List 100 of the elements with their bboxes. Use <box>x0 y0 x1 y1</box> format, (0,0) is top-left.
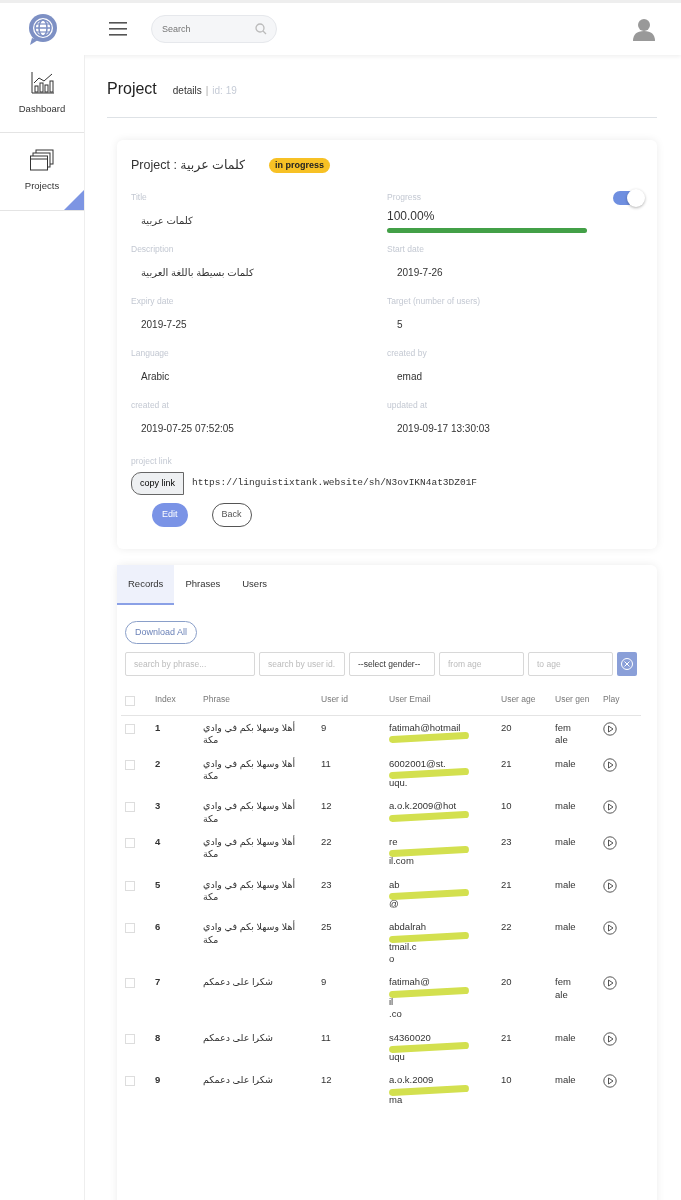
tab[interactable]: Phrases <box>174 564 232 605</box>
table-cell: male <box>555 1031 576 1044</box>
table-cell-text: شكرا على دعمكم <box>203 1031 275 1044</box>
table-cell: 1 <box>155 722 161 733</box>
progress-value: 100.00% <box>387 207 436 225</box>
tab[interactable]: Users <box>231 564 279 605</box>
table-cell: 21 <box>501 1031 512 1043</box>
table-cell: male <box>555 878 576 892</box>
email-fragment: fatimah@hotmail <box>389 722 462 735</box>
table-cell: 2 <box>155 757 161 769</box>
page-title: Project <box>107 79 157 99</box>
toggle-switch[interactable] <box>613 190 643 205</box>
table-cell-text: شكرا على دعمكم <box>203 976 275 989</box>
filter-field[interactable]: from age <box>439 652 524 677</box>
project-link[interactable]: https://linguistixtank.website/sh/N3ovIKN4at3DZ01F <box>192 476 478 491</box>
field-value: Arabic <box>140 369 171 384</box>
table-cell: 25 <box>321 921 332 933</box>
email-fragment: fatimah@ <box>389 976 431 989</box>
field-value: 5 <box>396 317 404 332</box>
table-cell: 5 <box>155 878 161 890</box>
row-checkbox[interactable] <box>125 802 135 813</box>
status-badge: in progress <box>269 157 331 174</box>
table-cell: 21 <box>501 878 512 890</box>
row-checkbox[interactable] <box>125 923 135 934</box>
download-all-button[interactable]: Download All <box>125 620 198 645</box>
table-cell: 20 <box>501 976 512 988</box>
email-fragment: il <box>389 995 395 1009</box>
play-icon[interactable] <box>603 921 617 936</box>
table-cell: male <box>555 800 576 813</box>
table-cell: male <box>555 1074 576 1087</box>
email-fragment: ma <box>389 1093 404 1106</box>
field-value: 2019-09-17 13:30:03 <box>396 421 491 436</box>
email-fragment: uqu <box>389 1050 406 1064</box>
field-value: 2019-7-25 <box>140 317 188 332</box>
email-fragment: uqu. <box>389 777 409 790</box>
email-fragment: s4360020 <box>389 1031 432 1044</box>
play-icon[interactable] <box>603 976 617 991</box>
email-fragment: o <box>389 953 396 966</box>
row-checkbox[interactable] <box>125 1076 135 1087</box>
table-cell: 4 <box>155 836 161 848</box>
row-checkbox[interactable] <box>125 724 135 734</box>
column-header: User gen <box>555 694 590 705</box>
table-cell: 11 <box>321 1031 331 1043</box>
play-icon[interactable] <box>603 836 617 851</box>
column-header: User age <box>501 694 536 705</box>
email-fragment: tmail.c <box>389 940 418 954</box>
play-icon[interactable] <box>603 800 617 815</box>
table-cell: 9 <box>321 976 327 988</box>
select-all-checkbox[interactable] <box>125 695 135 706</box>
filter-field[interactable]: to age <box>528 652 613 677</box>
row-checkbox[interactable] <box>125 1033 135 1044</box>
table-cell-text: female <box>555 976 572 1002</box>
table-cell: 9 <box>321 722 327 733</box>
row-checkbox[interactable] <box>125 880 135 891</box>
row-checkbox[interactable] <box>125 759 135 770</box>
filter-field[interactable]: search by user id. <box>259 652 345 677</box>
table-cell: 12 <box>321 800 332 812</box>
table-cell: 21 <box>501 757 512 769</box>
column-header: Play <box>603 694 620 705</box>
table-cell: 23 <box>321 878 332 890</box>
play-icon[interactable] <box>603 878 617 893</box>
table-cell: 9 <box>155 1074 161 1086</box>
field-value: كلمات عربية <box>140 213 194 228</box>
email-fragment: abdalrah <box>389 921 427 934</box>
field-value: emad <box>396 369 423 384</box>
play-icon[interactable] <box>603 722 617 736</box>
back-button[interactable]: Back <box>211 503 252 527</box>
filter-field[interactable]: search by phrase... <box>125 652 255 677</box>
column-header: Phrase <box>203 694 230 705</box>
table-cell-text: أهلا وسهلا بكم في وادي مكة <box>203 722 297 747</box>
search-field[interactable]: Search <box>151 15 277 43</box>
user-avatar[interactable] <box>632 17 656 41</box>
separator: | <box>205 84 209 98</box>
play-icon[interactable] <box>603 757 617 772</box>
card-title: Project : كلمات عربية <box>131 157 245 174</box>
table-cell-text: أهلا وسهلا بكم في وادي مكة <box>203 757 297 783</box>
table-cell: 12 <box>321 1074 332 1086</box>
clear-filters-button[interactable] <box>617 652 637 677</box>
email-fragment: a.o.k.2009 <box>389 1074 435 1087</box>
page-subtitle: details <box>172 84 202 98</box>
field-value: 2019-07-25 07:52:05 <box>140 421 235 436</box>
column-header: User id <box>321 694 348 705</box>
table-cell: 23 <box>501 836 512 848</box>
email-fragment: re <box>389 836 399 849</box>
menu-icon[interactable] <box>109 21 127 37</box>
email-fragment: @ <box>389 898 400 911</box>
row-checkbox[interactable] <box>125 838 135 849</box>
play-icon[interactable] <box>603 1031 617 1046</box>
tab[interactable]: Records <box>117 564 175 605</box>
email-fragment: a.o.k.2009@hot <box>389 800 458 813</box>
stacked-windows-icon <box>30 149 54 172</box>
table-cell: male <box>555 836 576 849</box>
table-cell: 20 <box>501 722 512 733</box>
table-cell: 3 <box>155 800 161 812</box>
copy-link-button[interactable]: copy link <box>131 471 184 495</box>
row-checkbox[interactable] <box>125 978 135 989</box>
play-icon[interactable] <box>603 1074 617 1089</box>
field-value: 2019-7-26 <box>396 265 444 280</box>
gender-select[interactable]: --select gender-- <box>349 652 435 677</box>
column-header: Index <box>155 694 176 705</box>
